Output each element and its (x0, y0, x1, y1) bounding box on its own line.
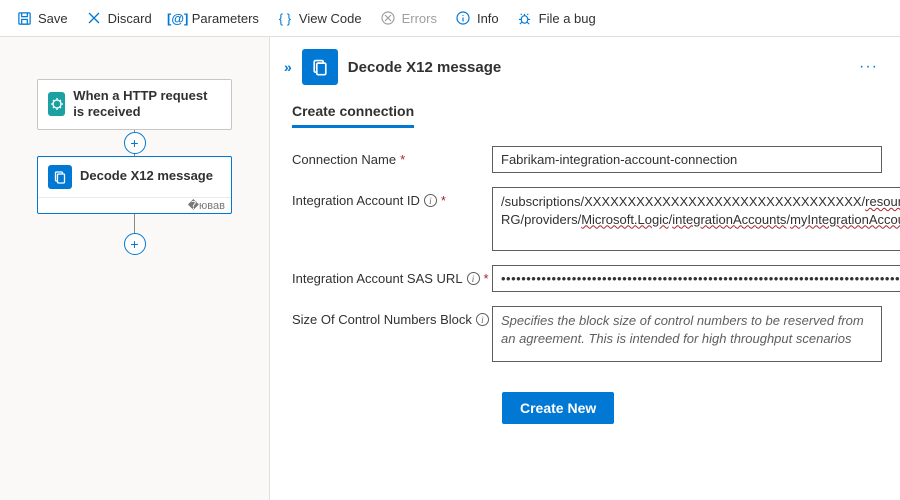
parameters-icon: [@] (170, 10, 186, 26)
discard-button[interactable]: Discard (78, 6, 160, 30)
dangle (134, 214, 135, 234)
file-bug-label: File a bug (539, 11, 596, 26)
x12-icon (48, 165, 72, 189)
info-button[interactable]: Info (447, 6, 507, 30)
label-integration-account-id: Integration Account ID i * (292, 187, 492, 208)
form-actions: Create New (502, 392, 882, 424)
save-label: Save (38, 11, 68, 26)
action-title: Decode X12 message (80, 168, 213, 184)
main: When a HTTP request is received + Decode… (0, 37, 900, 500)
info-icon[interactable]: i (424, 194, 437, 207)
label-block-size: Size Of Control Numbers Block i (292, 306, 492, 327)
discard-icon (86, 10, 102, 26)
connection-badge-icon: �ював (188, 199, 225, 212)
card-foot: �ював (38, 197, 231, 213)
designer-canvas[interactable]: When a HTTP request is received + Decode… (0, 37, 270, 500)
trigger-title: When a HTTP request is received (73, 88, 221, 121)
add-step-button[interactable]: + (124, 132, 146, 154)
more-button[interactable]: ··· (855, 58, 882, 76)
required-marker: * (441, 193, 446, 208)
connector: + (134, 130, 135, 156)
parameters-label: Parameters (192, 11, 259, 26)
required-marker: * (484, 271, 489, 286)
panel-header: » Decode X12 message ··· (282, 49, 882, 85)
collapse-button[interactable]: » (282, 59, 292, 75)
info-icon (455, 10, 471, 26)
label-sas-url: Integration Account SAS URL i * (292, 265, 492, 286)
label-connection-name: Connection Name * (292, 146, 492, 167)
panel-title: Decode X12 message (348, 59, 845, 76)
info-icon[interactable]: i (467, 272, 480, 285)
errors-label: Errors (402, 11, 437, 26)
row-connection-name: Connection Name * (292, 146, 882, 173)
row-integration-account-id: Integration Account ID i * /subscription… (292, 187, 882, 251)
view-code-label: View Code (299, 11, 362, 26)
connection-name-input[interactable] (492, 146, 882, 173)
view-code-button[interactable]: { } View Code (269, 6, 370, 30)
required-marker: * (400, 152, 405, 167)
block-size-input[interactable]: Specifies the block size of control numb… (492, 306, 882, 362)
info-icon[interactable]: i (476, 313, 489, 326)
tab-create-connection[interactable]: Create connection (292, 103, 414, 128)
errors-icon (380, 10, 396, 26)
http-trigger-icon (48, 92, 65, 116)
file-bug-button[interactable]: File a bug (509, 6, 604, 30)
discard-label: Discard (108, 11, 152, 26)
sas-url-input[interactable]: ••••••••••••••••••••••••••••••••••••••••… (492, 265, 900, 292)
errors-button: Errors (372, 6, 445, 30)
add-step-end-button[interactable]: + (124, 233, 146, 255)
parameters-button[interactable]: [@] Parameters (162, 6, 267, 30)
toolbar: Save Discard [@] Parameters { } View Cod… (0, 0, 900, 37)
bug-icon (517, 10, 533, 26)
panel-x12-icon (302, 49, 338, 85)
save-icon (16, 10, 32, 26)
info-label: Info (477, 11, 499, 26)
integration-account-id-input[interactable]: /subscriptions/XXXXXXXXXXXXXXXXXXXXXXXXX… (492, 187, 900, 251)
row-sas-url: Integration Account SAS URL i * ••••••••… (292, 265, 882, 292)
action-card[interactable]: Decode X12 message �ював (37, 156, 232, 214)
code-icon: { } (277, 10, 293, 26)
details-panel: » Decode X12 message ··· Create connecti… (270, 37, 900, 500)
trigger-card[interactable]: When a HTTP request is received (37, 79, 232, 130)
tabbar: Create connection (292, 103, 882, 128)
save-button[interactable]: Save (8, 6, 76, 30)
connection-form: Connection Name * Integration Account ID… (282, 146, 882, 424)
create-new-button[interactable]: Create New (502, 392, 614, 424)
row-block-size: Size Of Control Numbers Block i Specifie… (292, 306, 882, 362)
